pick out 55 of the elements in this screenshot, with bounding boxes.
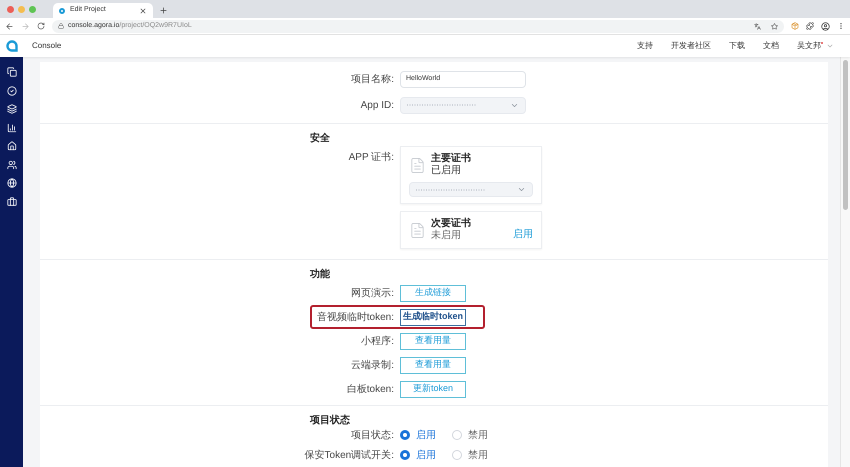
home-icon[interactable] xyxy=(6,141,16,151)
nav-link[interactable]: 下载 xyxy=(729,40,745,52)
logo-icon xyxy=(6,40,18,52)
user-name[interactable]: 吴文邦 xyxy=(797,40,821,52)
scrollbar[interactable] xyxy=(840,57,850,467)
field-label: 项目状态: xyxy=(351,428,394,442)
field-label: APP 证书: xyxy=(348,150,394,165)
field-label: 网页演示: xyxy=(351,286,394,300)
radio-label: 启用 xyxy=(416,448,436,462)
puzzle-icon[interactable] xyxy=(806,22,814,30)
certificate-status: 未启用 xyxy=(431,230,462,242)
action-button[interactable]: 生成临时token xyxy=(400,308,466,326)
section-title: 项目状态 xyxy=(310,414,350,428)
field-label: App ID: xyxy=(360,98,394,112)
section-title: 安全 xyxy=(310,131,330,146)
check-circle-icon[interactable] xyxy=(6,86,16,96)
document-icon xyxy=(409,222,426,238)
radio-label: 禁用 xyxy=(468,428,488,442)
field-label: 项目名称: xyxy=(351,72,394,86)
certificate-title: 次要证书 xyxy=(431,218,472,230)
radio-button[interactable] xyxy=(400,450,410,460)
users-icon[interactable] xyxy=(6,160,16,170)
reload-icon[interactable] xyxy=(37,22,45,30)
profile-icon[interactable] xyxy=(821,22,830,30)
nav-link[interactable]: 支持 xyxy=(637,40,653,52)
brand-name: Console xyxy=(32,40,62,52)
lock-icon xyxy=(58,23,64,29)
field-label: 小程序: xyxy=(361,334,394,348)
stack-icon[interactable] xyxy=(6,67,16,77)
translate-icon[interactable] xyxy=(754,22,761,30)
field-label: 白板token: xyxy=(346,382,394,396)
back-icon[interactable] xyxy=(5,22,14,30)
nav-link[interactable]: 文档 xyxy=(763,40,779,52)
radio-label: 禁用 xyxy=(468,448,488,462)
field-label: 音视频临时token: xyxy=(316,310,394,324)
close-icon[interactable] xyxy=(139,6,147,14)
field-label: 保安Token调试开关: xyxy=(304,448,394,462)
certificate-title: 主要证书 xyxy=(431,153,472,164)
favicon-icon xyxy=(59,8,65,14)
radio-label: 启用 xyxy=(416,428,436,442)
certificate-status: 已启用 xyxy=(431,165,462,177)
star-icon[interactable] xyxy=(771,22,778,30)
layers-icon[interactable] xyxy=(6,104,16,114)
chevron-icon xyxy=(517,185,526,194)
briefcase-icon[interactable] xyxy=(6,196,16,206)
bar-chart-icon[interactable] xyxy=(6,122,16,132)
scrollbar-thumb[interactable] xyxy=(843,60,848,210)
globe-icon[interactable] xyxy=(6,178,16,188)
document-icon xyxy=(409,156,426,174)
extension-icon[interactable] xyxy=(791,22,799,30)
nav-link[interactable]: 开发者社区 xyxy=(671,40,711,52)
section-title: 功能 xyxy=(310,268,330,282)
radio-button[interactable] xyxy=(400,430,410,440)
new-tab-icon[interactable] xyxy=(159,6,168,15)
field-label: 云端录制: xyxy=(351,358,394,372)
